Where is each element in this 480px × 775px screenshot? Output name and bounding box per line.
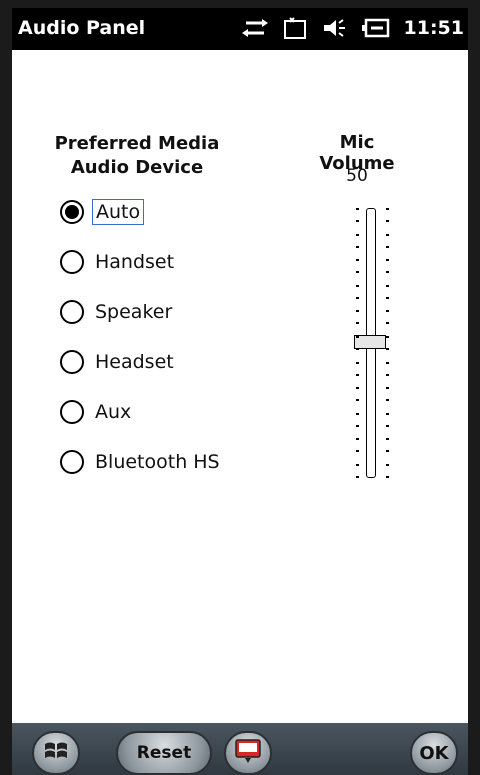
slider-tick	[356, 412, 359, 415]
slider-tick	[356, 233, 359, 236]
slider-tick	[386, 424, 389, 427]
slider-tick	[356, 322, 359, 325]
slider-tick	[386, 284, 389, 287]
windows-start-icon	[44, 740, 68, 767]
radio-label-auto: Auto	[92, 199, 145, 225]
radio-option-handset[interactable]: Handset	[60, 244, 177, 280]
radio-button-checked[interactable]	[60, 200, 84, 224]
start-button[interactable]	[32, 731, 80, 775]
slider-tick	[356, 361, 359, 364]
preferred-media-title-line1: Preferred Media	[54, 133, 220, 154]
app-title: Audio Panel	[18, 17, 146, 39]
radio-label-speaker: Speaker	[95, 301, 173, 323]
slider-tick	[356, 424, 359, 427]
mic-volume-value: 50	[346, 166, 368, 186]
preferred-media-title: Preferred Media Audio Device	[42, 132, 232, 180]
keyboard-button[interactable]	[224, 731, 272, 775]
slider-tick	[356, 399, 359, 402]
slider-tick	[386, 348, 389, 350]
slider-tick	[386, 245, 389, 248]
slider-tick	[386, 208, 389, 210]
battery-empty-icon	[282, 16, 308, 40]
slider-tick	[356, 296, 359, 299]
slider-tick	[386, 233, 389, 236]
slider-tick	[356, 476, 359, 478]
slider-tick	[386, 387, 389, 390]
slider-tick	[386, 259, 389, 262]
slider-tick	[386, 438, 389, 441]
slider-tick	[356, 450, 359, 453]
slider-tick	[356, 220, 359, 222]
slider-tick	[356, 464, 359, 466]
radio-button[interactable]	[60, 350, 84, 374]
slider-tick	[356, 271, 359, 274]
slider-tick	[356, 310, 359, 313]
slider-tick	[386, 373, 389, 376]
slider-tick	[386, 464, 389, 466]
radio-label-handset: Handset	[95, 251, 175, 273]
slider-tick	[386, 476, 389, 478]
device-frame: Audio Panel 11:51 Preferred Media Audio …	[0, 0, 480, 775]
keyboard-icon	[234, 738, 262, 769]
slider-tick	[356, 387, 359, 390]
slider-tick	[386, 296, 389, 299]
slider-tick	[356, 245, 359, 248]
screen: Audio Panel 11:51 Preferred Media Audio …	[12, 8, 468, 775]
radio-label-headset: Headset	[95, 351, 174, 373]
slider-tick	[386, 310, 389, 313]
slider-tick	[356, 336, 359, 338]
data-sync-icon	[241, 17, 268, 39]
slider-tick	[386, 412, 389, 415]
slider-tick	[356, 208, 359, 210]
title-bar: Audio Panel 11:51	[12, 8, 468, 50]
slider-tick	[386, 361, 389, 364]
bottom-command-bar: Reset OK	[12, 723, 468, 775]
radio-button[interactable]	[60, 250, 84, 274]
radio-option-speaker[interactable]: Speaker	[60, 294, 175, 330]
slider-tick	[356, 373, 359, 376]
radio-option-headset[interactable]: Headset	[60, 344, 177, 380]
slider-tick	[356, 259, 359, 262]
radio-option-auto[interactable]: Auto	[60, 194, 145, 230]
radio-label-bluetooth-hs: Bluetooth HS	[95, 451, 220, 473]
slider-tick	[386, 322, 389, 325]
clock: 11:51	[403, 17, 464, 39]
radio-button[interactable]	[60, 400, 84, 424]
slider-tick	[386, 450, 389, 453]
slider-tick	[386, 399, 389, 402]
speaker-volume-icon	[322, 17, 348, 39]
status-area: 11:51	[241, 16, 464, 40]
preferred-media-title-line2: Audio Device	[70, 157, 204, 178]
radio-label-aux: Aux	[95, 401, 132, 423]
slider-tick	[386, 271, 389, 274]
radio-button[interactable]	[60, 300, 84, 324]
radio-option-bluetooth-hs[interactable]: Bluetooth HS	[60, 444, 223, 480]
slider-tick	[386, 220, 389, 222]
slider-tick	[356, 284, 359, 287]
radio-option-aux[interactable]: Aux	[60, 394, 134, 430]
mic-volume-slider[interactable]	[342, 208, 402, 488]
reset-button[interactable]: Reset	[116, 731, 212, 775]
slider-tick	[386, 336, 389, 338]
radio-button[interactable]	[60, 450, 84, 474]
ok-button[interactable]: OK	[410, 731, 458, 775]
battery-charging-icon	[361, 17, 390, 39]
slider-tick	[356, 348, 359, 350]
slider-tick	[356, 438, 359, 441]
